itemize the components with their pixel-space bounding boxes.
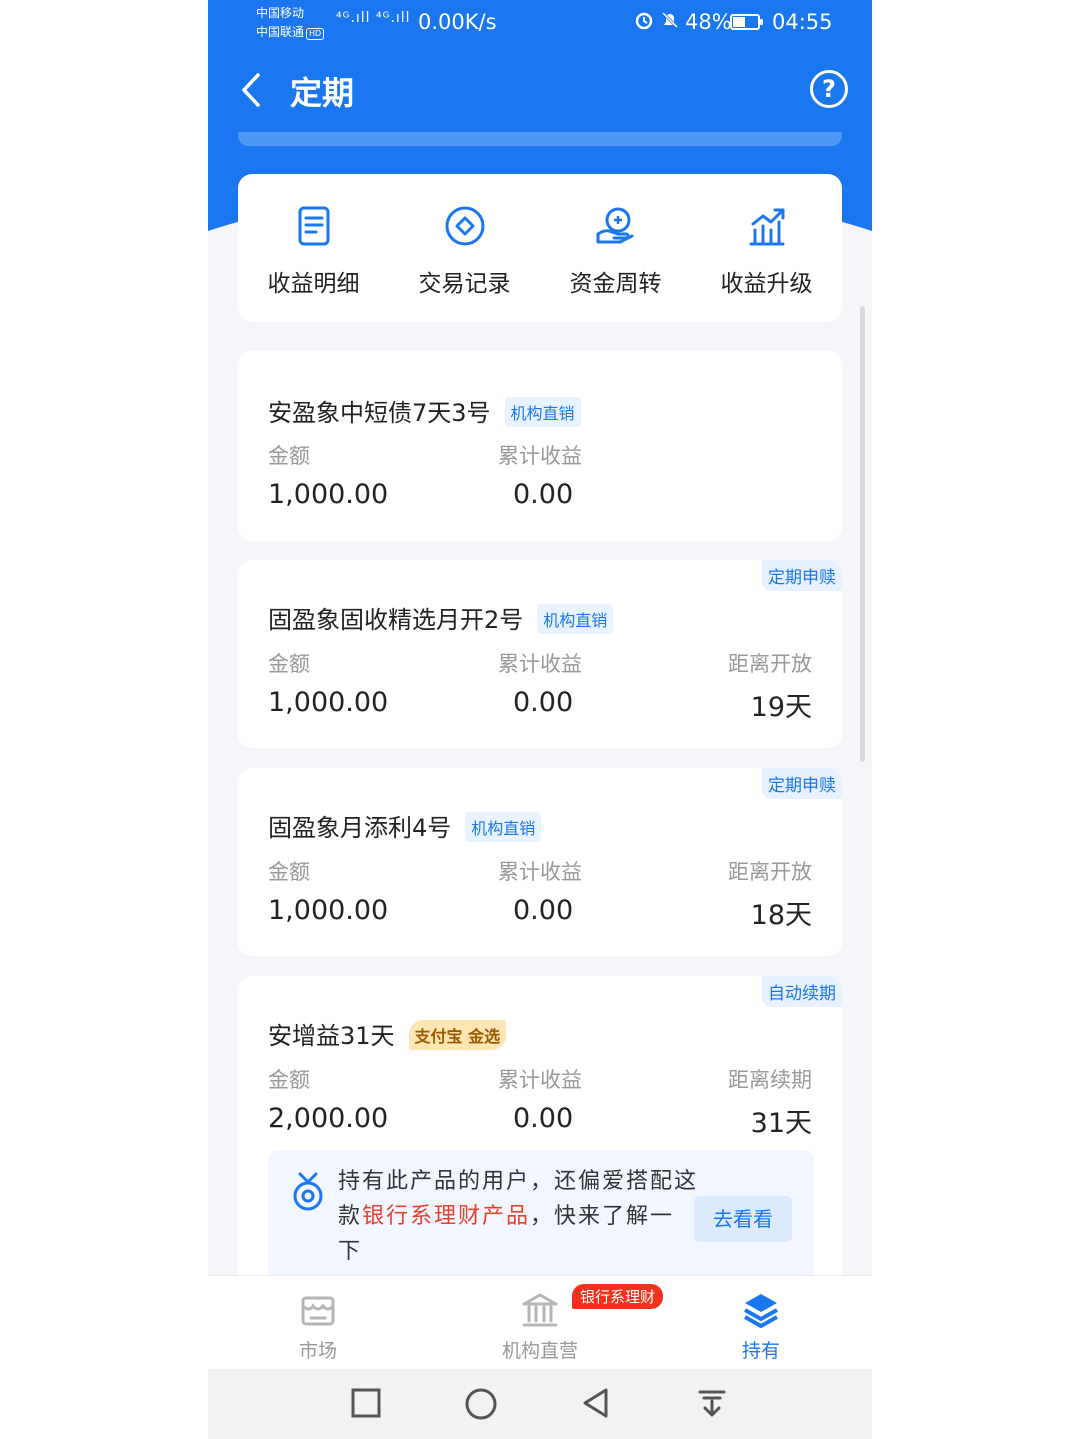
product-badge: 机构直销 bbox=[465, 812, 542, 842]
income-label: 累计收益 bbox=[498, 444, 582, 468]
layers-icon bbox=[744, 1294, 778, 1328]
product-badge: 机构直销 bbox=[504, 397, 581, 427]
action-label: 资金周转 bbox=[569, 271, 662, 297]
product-badge: 机构直销 bbox=[537, 604, 614, 634]
tab-market[interactable]: 市场 bbox=[238, 1290, 398, 1363]
action-transaction-records[interactable]: 交易记录 bbox=[389, 174, 540, 322]
tab-label: 机构直营 bbox=[501, 1340, 578, 1362]
hand-coin-icon bbox=[596, 207, 633, 244]
carrier-2: 中国联通 HD bbox=[256, 25, 325, 40]
income-value: 0.00 bbox=[513, 687, 574, 718]
scrollbar[interactable] bbox=[860, 306, 865, 762]
corner-tag: 自动续期 bbox=[762, 976, 842, 1007]
system-nav-bar bbox=[208, 1369, 872, 1439]
signal-icon: ⁴ᴳ.ıll ⁴ᴳ.ıll bbox=[336, 10, 411, 26]
product-name: 安增益31天 bbox=[268, 1022, 395, 1050]
amount-label: 金额 bbox=[268, 652, 310, 676]
amount-label: 金额 bbox=[268, 860, 310, 884]
income-label: 累计收益 bbox=[498, 652, 582, 676]
amount-value: 1,000.00 bbox=[268, 687, 389, 718]
action-income-upgrade[interactable]: 收益升级 bbox=[691, 174, 842, 322]
product-name: 固盈象固收精选月开2号 bbox=[268, 606, 524, 634]
tab-holdings[interactable]: 持有 bbox=[681, 1290, 841, 1363]
amount-value: 2,000.00 bbox=[268, 1103, 389, 1134]
renewal-label: 距离续期 bbox=[728, 1068, 812, 1092]
battery-fill bbox=[733, 17, 746, 27]
amount-value: 1,000.00 bbox=[268, 479, 389, 510]
market-icon bbox=[301, 1296, 335, 1326]
product-card-2[interactable]: 定期申赎 固盈象固收精选月开2号 机构直销 金额 累计收益 距离开放 1,000.… bbox=[238, 560, 842, 748]
banner-strip bbox=[238, 132, 842, 146]
product-name: 安盈象中短债7天3号 bbox=[268, 399, 491, 427]
battery-icon bbox=[730, 14, 763, 30]
alipay-select-badge: 支付宝 金选 bbox=[408, 1020, 507, 1050]
corner-tag: 定期申赎 bbox=[762, 560, 842, 591]
open-value: 18天 bbox=[750, 900, 812, 931]
document-icon bbox=[298, 206, 329, 246]
amount-value: 1,000.00 bbox=[268, 895, 389, 926]
recommendation-highlight[interactable]: 银行系理财产品 bbox=[362, 1204, 530, 1229]
income-label: 累计收益 bbox=[498, 1068, 582, 1092]
clock: 04:55 bbox=[772, 10, 833, 34]
tab-label: 持有 bbox=[741, 1340, 780, 1362]
notification-pull-icon[interactable] bbox=[696, 1387, 728, 1419]
quick-actions-card: 收益明细 交易记录 资金周转 收益升级 bbox=[238, 174, 842, 322]
income-label: 累计收益 bbox=[498, 860, 582, 884]
recommendation-text: 持有此产品的用户，还偏爱搭配这款银行系理财产品，快来了解一下 bbox=[338, 1164, 698, 1269]
back-arrow-icon[interactable] bbox=[240, 72, 262, 108]
open-label: 距离开放 bbox=[728, 860, 812, 884]
phone-screen: 中国移动 中国联通 HD ⁴ᴳ.ıll ⁴ᴳ.ıll 0.00K/s 48% 04… bbox=[208, 0, 872, 1439]
corner-tag: 定期申赎 bbox=[762, 768, 842, 799]
amount-label: 金额 bbox=[268, 1068, 310, 1092]
medal-icon bbox=[293, 1172, 323, 1211]
recent-apps-icon[interactable] bbox=[350, 1387, 382, 1419]
action-label: 收益升级 bbox=[720, 271, 813, 297]
tab-label: 市场 bbox=[298, 1340, 337, 1362]
bottom-tab-bar: 市场 机构直营 银行系理财 持有 bbox=[208, 1275, 872, 1369]
open-value: 19天 bbox=[750, 692, 812, 723]
status-bar: 中国移动 中国联通 HD ⁴ᴳ.ıll ⁴ᴳ.ıll 0.00K/s 48% 04… bbox=[208, 0, 872, 44]
action-label: 交易记录 bbox=[418, 271, 511, 297]
diamond-coin-icon bbox=[445, 206, 484, 246]
product-name-row: 安增益31天 支付宝 金选 bbox=[268, 1016, 507, 1052]
action-income-detail[interactable]: 收益明细 bbox=[238, 174, 389, 322]
income-value: 0.00 bbox=[513, 479, 574, 510]
income-value: 0.00 bbox=[513, 1103, 574, 1134]
income-value: 0.00 bbox=[513, 895, 574, 926]
battery-percent: 48% bbox=[685, 10, 732, 34]
page-header: 定期 ? bbox=[208, 50, 872, 130]
help-icon[interactable]: ? bbox=[810, 70, 848, 108]
bar-chart-up-icon bbox=[749, 208, 784, 246]
alarm-icon bbox=[635, 12, 653, 30]
go-see-button[interactable]: 去看看 bbox=[694, 1196, 792, 1242]
network-speed: 0.00K/s bbox=[418, 10, 497, 34]
bank-icon bbox=[522, 1293, 558, 1327]
product-card-3[interactable]: 定期申赎 固盈象月添利4号 机构直销 金额 累计收益 距离开放 1,000.00 … bbox=[238, 768, 842, 956]
renewal-value: 31天 bbox=[750, 1108, 812, 1139]
page-title: 定期 bbox=[290, 74, 355, 112]
alarm-mute-icons bbox=[634, 10, 680, 35]
product-card-1[interactable]: 安盈象中短债7天3号 机构直销 金额 累计收益 1,000.00 0.00 bbox=[238, 351, 842, 541]
hd-icon: HD bbox=[306, 28, 325, 40]
action-fund-turnover[interactable]: 资金周转 bbox=[540, 174, 691, 322]
action-label: 收益明细 bbox=[267, 271, 360, 297]
mute-bell-icon bbox=[661, 11, 678, 29]
product-name-row: 安盈象中短债7天3号 机构直销 bbox=[268, 393, 581, 429]
home-icon[interactable] bbox=[464, 1387, 498, 1421]
product-card-4[interactable]: 自动续期 安增益31天 支付宝 金选 金额 累计收益 距离续期 2,000.00 … bbox=[238, 976, 842, 1316]
carrier-1: 中国移动 bbox=[256, 6, 305, 20]
carrier-2-label: 中国联通 bbox=[256, 25, 305, 39]
product-name-row: 固盈象固收精选月开2号 机构直销 bbox=[268, 600, 614, 636]
back-nav-icon[interactable] bbox=[580, 1387, 612, 1419]
product-name-row: 固盈象月添利4号 机构直销 bbox=[268, 808, 542, 844]
amount-label: 金额 bbox=[268, 444, 310, 468]
open-label: 距离开放 bbox=[728, 652, 812, 676]
product-name: 固盈象月添利4号 bbox=[268, 814, 452, 842]
bank-finance-badge: 银行系理财 bbox=[572, 1284, 664, 1309]
